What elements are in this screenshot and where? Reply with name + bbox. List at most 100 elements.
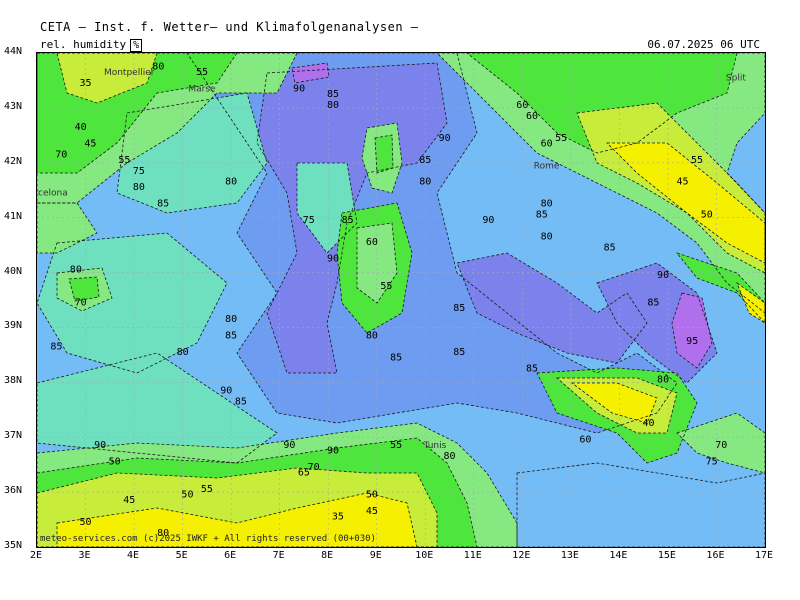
- lat-tick-label: 40N: [4, 265, 23, 277]
- contour-value-label: 65: [298, 468, 310, 479]
- lat-tick-label: 39N: [4, 320, 23, 332]
- contour-value-label: 80: [152, 61, 164, 72]
- lon-tick-label: 12E: [512, 550, 531, 561]
- land-corsica-green: [375, 135, 393, 173]
- contour-value-label: 85: [419, 155, 431, 166]
- lat-tick-label: 44N: [4, 46, 23, 57]
- lat-tick-label: 43N: [4, 100, 23, 112]
- contour-value-label: 80: [225, 177, 237, 188]
- contour-value-label: 80: [327, 100, 339, 111]
- contour-value-label: 70: [75, 297, 87, 308]
- chart-title: CETA – Inst. f. Wetter– und Klimafolgena…: [40, 20, 419, 34]
- place-label: Marse: [188, 84, 216, 94]
- datetime-label: 06.07.2025 06 UTC: [647, 38, 760, 51]
- contour-value-label: 85: [235, 396, 247, 407]
- contour-value-label: 85: [647, 297, 659, 308]
- contour-value-label: 70: [55, 149, 67, 160]
- lon-tick-label: 9E: [369, 550, 382, 561]
- contour-value-label: 35: [80, 78, 92, 89]
- contour-value-label: 50: [181, 490, 193, 501]
- contour-value-label: 50: [80, 517, 92, 528]
- contour-value-label: 50: [366, 490, 378, 501]
- contour-value-label: 60: [366, 237, 378, 248]
- contour-value-label: 75: [706, 457, 718, 468]
- lat-tick-label: 37N: [4, 430, 23, 442]
- contour-value-label: 60: [541, 138, 553, 149]
- contour-value-label: 85: [390, 352, 402, 363]
- contour-value-label: 60: [526, 111, 538, 122]
- lon-tick-label: 4E: [127, 550, 140, 561]
- contour-value-label: 80: [657, 374, 669, 385]
- contour-value-label: 80: [225, 314, 237, 325]
- contour-value-label: 85: [327, 89, 339, 100]
- contour-value-label: 75: [133, 166, 145, 177]
- contour-value-label: 45: [123, 495, 135, 506]
- contour-value-label: 80: [444, 451, 456, 462]
- contour-value-label: 85: [453, 303, 465, 314]
- lon-tick-label: 6E: [224, 550, 237, 561]
- lon-tick-label: 7E: [272, 550, 285, 561]
- variable-name: rel. humidity: [40, 38, 127, 51]
- contour-value-label: 90: [220, 385, 232, 396]
- contour-value-label: 55: [555, 133, 567, 144]
- place-label: Rome: [534, 161, 560, 171]
- lon-tick-label: 11E: [463, 550, 482, 561]
- contour-value-label: 85: [225, 330, 237, 341]
- contour-value-label: 80: [541, 232, 553, 243]
- contour-value-label: 50: [109, 457, 121, 468]
- lon-tick-label: 15E: [657, 550, 676, 561]
- contour-value-label: 95: [686, 336, 698, 347]
- place-label: Tunis: [423, 441, 447, 451]
- contour-value-label: 55: [118, 155, 130, 166]
- contour-value-label: 50: [701, 210, 713, 221]
- contour-value-label: 60: [579, 435, 591, 446]
- contour-value-label: 80: [419, 177, 431, 188]
- contour-value-label: 55: [196, 67, 208, 78]
- lon-tick-label: 17E: [754, 550, 774, 561]
- place-label: Split: [726, 73, 746, 83]
- contour-value-label: 80: [177, 347, 189, 358]
- lat-tick-label: 38N: [4, 375, 23, 387]
- contour-value-label: 80: [133, 182, 145, 193]
- place-label: Barcelona: [37, 189, 68, 199]
- contour-value-label: 55: [390, 440, 402, 451]
- place-label: Montpellier: [104, 68, 155, 78]
- contour-value-label: 85: [50, 341, 62, 352]
- lon-tick-label: 10E: [415, 550, 434, 561]
- lat-tick-label: 42N: [4, 155, 23, 167]
- contour-value-label: 85: [604, 243, 616, 254]
- contour-value-label: 40: [642, 418, 654, 429]
- contour-value-label: 80: [70, 265, 82, 276]
- lon-tick-label: 3E: [78, 550, 91, 561]
- map-panel: MontpellierMarseSplitBarcelonaRomeTunis …: [36, 52, 766, 548]
- contour-value-label: 90: [327, 446, 339, 457]
- contour-value-label: 45: [366, 506, 378, 517]
- contour-value-label: 70: [715, 440, 727, 451]
- lon-tick-label: 5E: [175, 550, 188, 561]
- contour-value-label: 90: [439, 133, 451, 144]
- lat-tick-label: 36N: [4, 485, 23, 497]
- contour-value-label: 90: [482, 215, 494, 226]
- lon-tick-label: 14E: [609, 550, 628, 561]
- contour-value-label: 45: [84, 138, 96, 149]
- contour-value-label: 85: [453, 347, 465, 358]
- contour-value-label: 90: [293, 83, 305, 94]
- contour-value-label: 45: [676, 177, 688, 188]
- humidity-map: MontpellierMarseSplitBarcelonaRomeTunis …: [37, 53, 765, 547]
- variable-label: rel. humidity%: [40, 38, 143, 52]
- lat-tick-label: 41N: [4, 210, 23, 222]
- contour-value-label: 75: [303, 215, 315, 226]
- lon-tick-label: 2E: [29, 550, 43, 561]
- contour-value-label: 85: [526, 363, 538, 374]
- copyright-text: meteo-services.com (c)2025 IWKF + All ri…: [40, 534, 376, 544]
- contour-value-label: 90: [94, 440, 106, 451]
- contour-value-label: 35: [332, 512, 344, 523]
- contour-value-label: 55: [380, 281, 392, 292]
- unit-box: %: [130, 39, 143, 52]
- lon-tick-label: 13E: [560, 550, 579, 561]
- contour-value-label: 85: [536, 210, 548, 221]
- contour-value-label: 40: [75, 122, 87, 133]
- contour-value-label: 60: [516, 100, 528, 111]
- contour-value-label: 85: [342, 215, 354, 226]
- contour-value-label: 80: [541, 199, 553, 210]
